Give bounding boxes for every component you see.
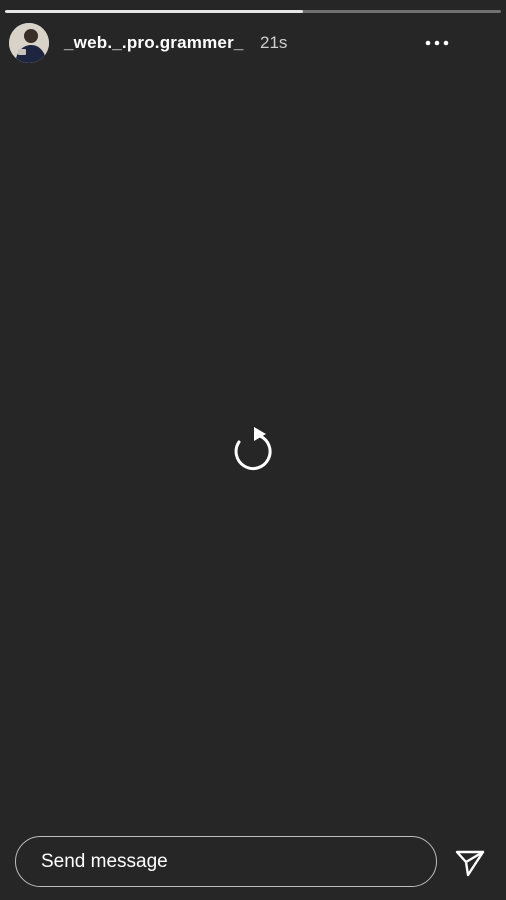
- send-message-input[interactable]: Send message: [15, 836, 437, 887]
- replay-icon: [234, 427, 272, 471]
- more-horizontal-icon: [425, 40, 449, 46]
- send-paper-plane-icon: [455, 850, 485, 877]
- replay-button[interactable]: [228, 422, 278, 476]
- user-avatar-icon: [9, 23, 49, 63]
- reply-bar: Send message: [0, 830, 506, 900]
- story-header: _web._.pro.grammer_ 21s: [0, 20, 506, 66]
- story-timestamp: 21s: [260, 33, 288, 52]
- story-progress-fill: [5, 10, 303, 13]
- story-progress-bar: [5, 10, 501, 13]
- send-message-placeholder: Send message: [41, 850, 168, 872]
- story-viewer: _web._.pro.grammer_ 21s Send message: [0, 0, 506, 900]
- send-button[interactable]: [452, 846, 488, 880]
- username[interactable]: _web._.pro.grammer_: [64, 33, 244, 53]
- avatar[interactable]: [9, 23, 49, 63]
- more-options-button[interactable]: [420, 30, 454, 56]
